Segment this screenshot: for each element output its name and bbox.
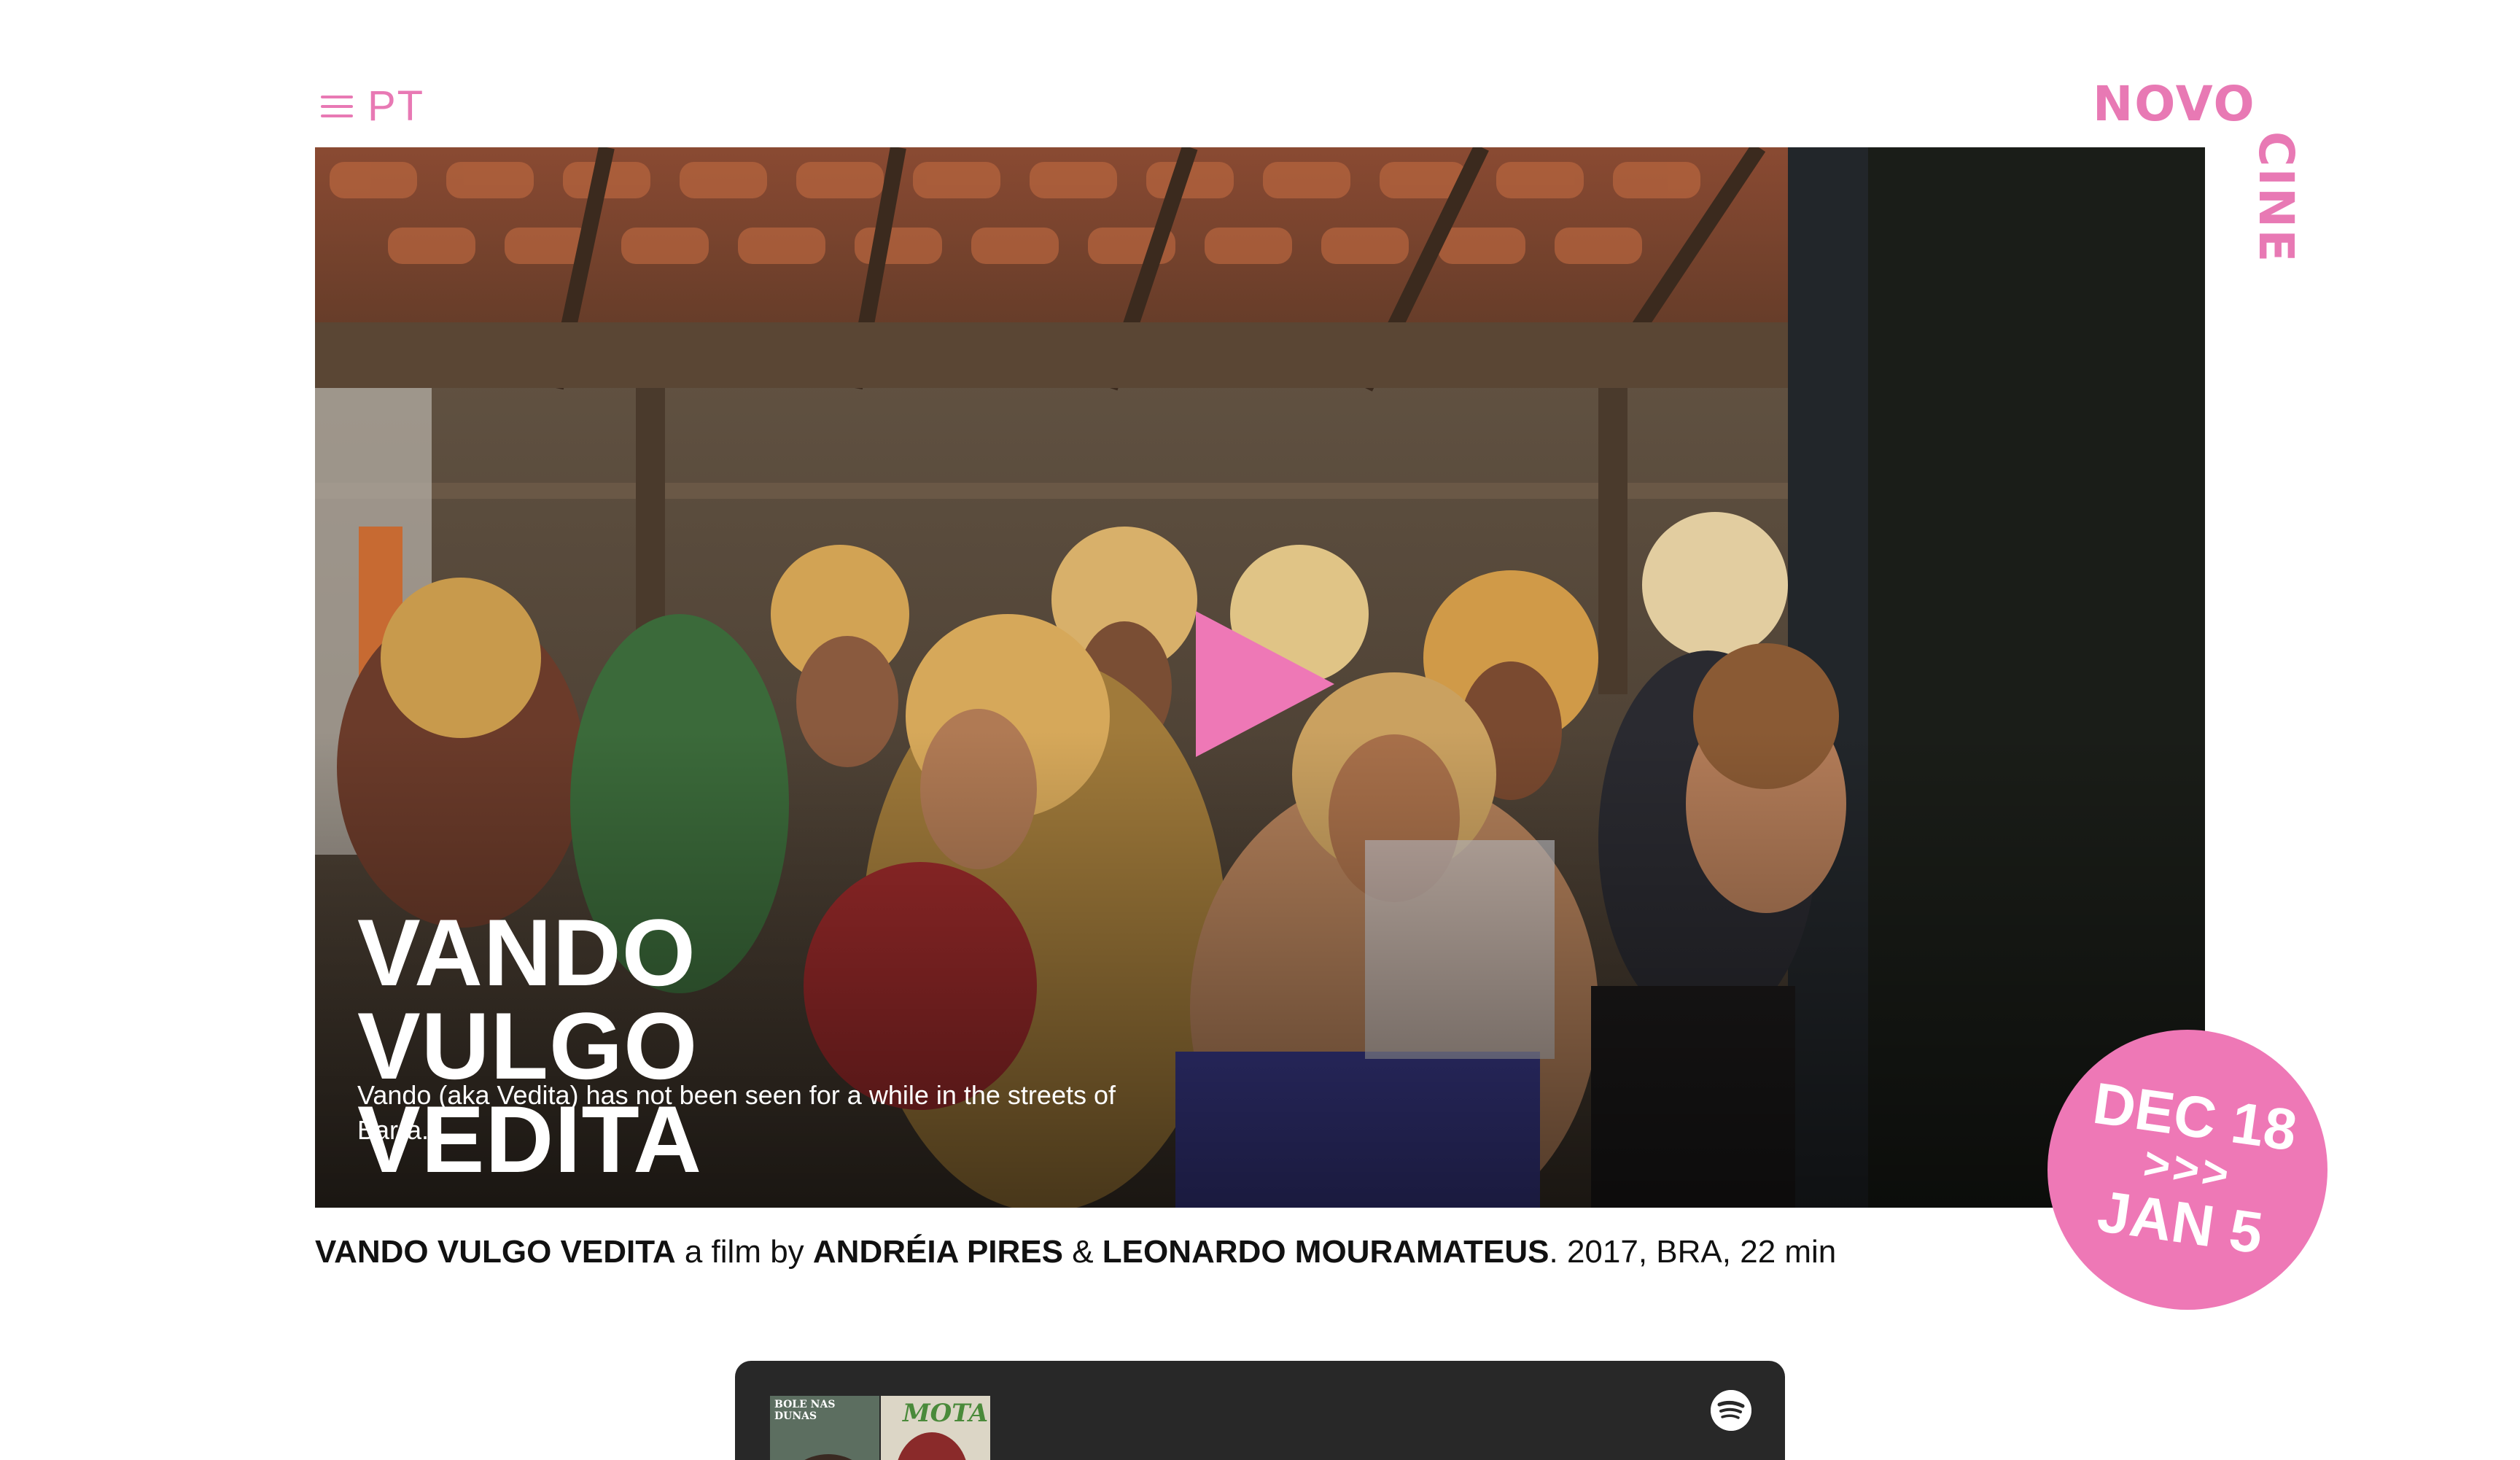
credits-title: VANDO VULGO VEDITA bbox=[315, 1234, 676, 1270]
spotify-embed[interactable]: BOLE NAS DUNAS MOTA bbox=[735, 1361, 1785, 1460]
date-range-badge: DEC 18 >>> JAN 5 bbox=[2048, 1030, 2328, 1310]
hero-video[interactable]: VANDO VULGO VEDITA bbox=[315, 147, 2205, 1208]
credits-ampersand: & bbox=[1063, 1234, 1102, 1270]
menu-toggle[interactable]: PT bbox=[321, 82, 424, 131]
album-title-text: MOTA bbox=[903, 1399, 989, 1428]
language-switch-link[interactable]: PT bbox=[368, 82, 424, 131]
credits-director-2: LEONARDO MOURAMATEUS bbox=[1102, 1234, 1549, 1270]
hamburger-icon[interactable] bbox=[321, 94, 353, 119]
credits-director-1: ANDRÉIA PIRES bbox=[812, 1234, 1063, 1270]
logo-word-novo: NOVO bbox=[2093, 76, 2256, 132]
credits-details: . 2017, BRA, 22 min bbox=[1549, 1234, 1837, 1270]
play-icon[interactable] bbox=[1196, 611, 1334, 757]
album-thumbnail[interactable]: BOLE NAS DUNAS bbox=[770, 1396, 879, 1460]
film-credits: VANDO VULGO VEDITA a film by ANDRÉIA PIR… bbox=[315, 1234, 1836, 1270]
logo-word-cine: CINE bbox=[2248, 131, 2304, 264]
album-thumbnail[interactable]: MOTA bbox=[881, 1396, 990, 1460]
credits-by: a film by bbox=[675, 1234, 813, 1270]
hero-title-line: VANDO bbox=[357, 899, 696, 1006]
album-title-text: BOLE NAS DUNAS bbox=[774, 1399, 836, 1422]
hero-film-description: Vando (aka Vedita) has not been seen for… bbox=[357, 1080, 1116, 1145]
spotify-icon[interactable] bbox=[1711, 1390, 1751, 1431]
page: PT NOVO CINE VANDO VULGO VEDITA Vando (a… bbox=[0, 0, 2520, 1460]
